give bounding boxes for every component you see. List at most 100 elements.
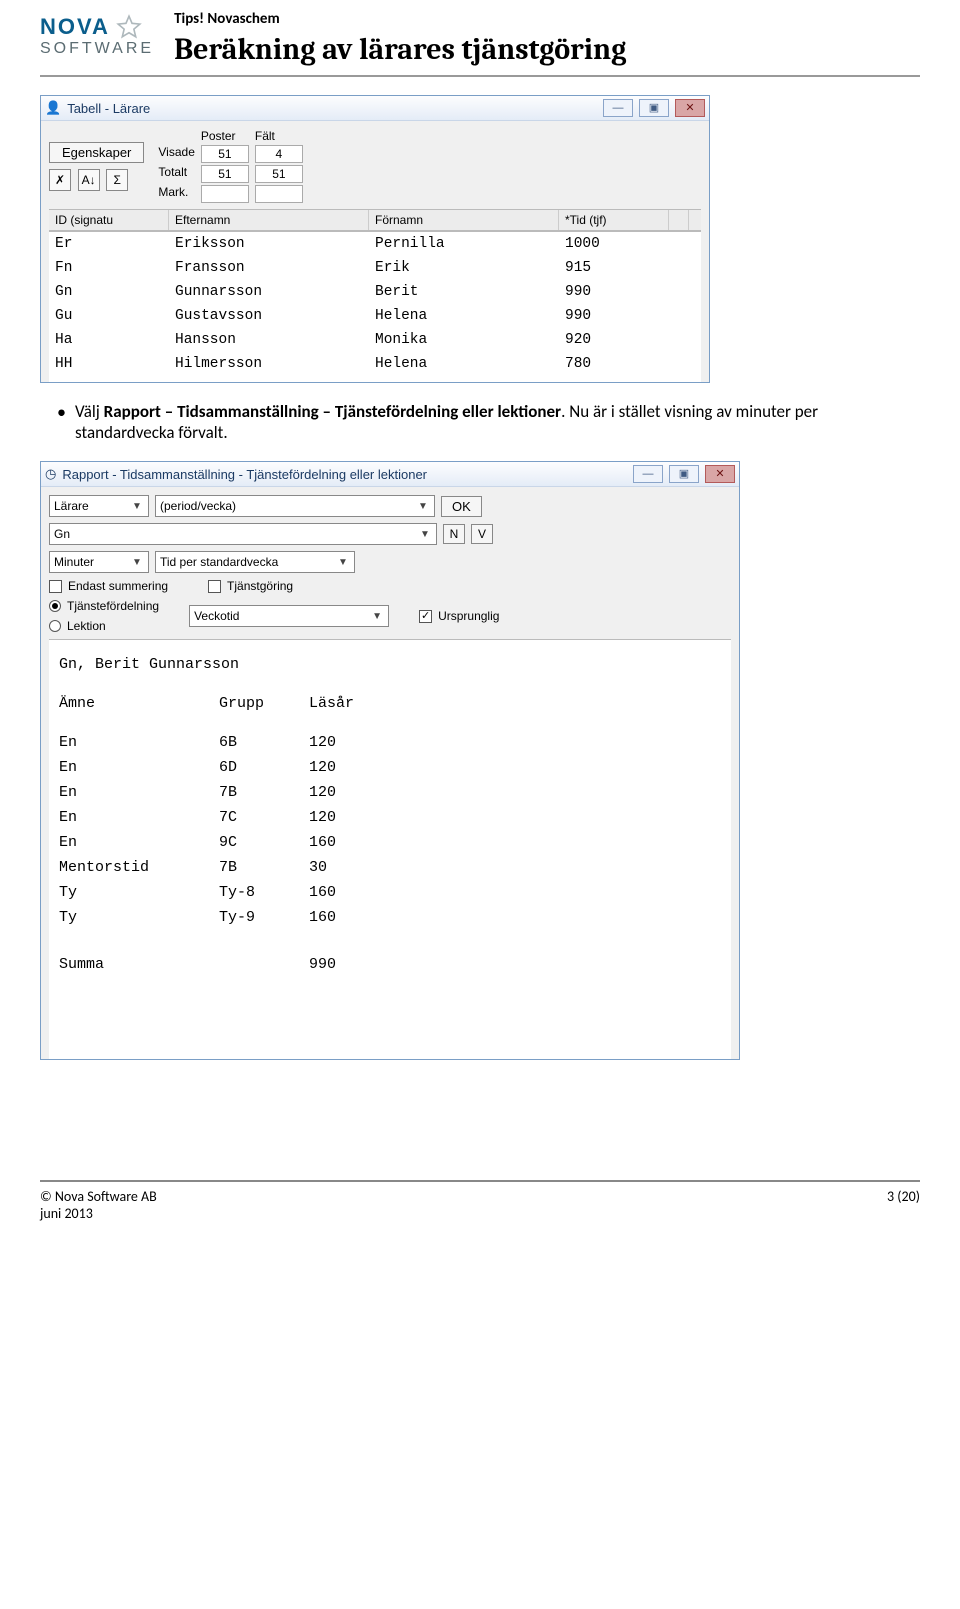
period-select[interactable]: (period/vecka)▼ — [155, 495, 435, 517]
window-icon: 👤 — [45, 100, 61, 116]
minimize-button[interactable]: — — [603, 99, 633, 117]
table-cell: 990 — [559, 280, 689, 304]
endast-summering-checkbox[interactable]: Endast summering — [49, 579, 168, 593]
tjanstgoring-checkbox[interactable]: Tjänstgöring — [208, 579, 293, 593]
col-efternamn[interactable]: Efternamn — [169, 210, 369, 230]
report-cell: 120 — [309, 755, 399, 780]
instruction-bullet: Välj Rapport – Tidsammanställning – Tjän… — [75, 401, 920, 443]
document-footer: © Nova Software AB juni 2013 3 (20) — [40, 1180, 920, 1222]
larare-select[interactable]: Lärare▼ — [49, 495, 149, 517]
lektion-radio[interactable]: Lektion — [49, 619, 159, 633]
egenskaper-button[interactable]: Egenskaper — [49, 142, 144, 163]
report-row: En7B120 — [59, 780, 721, 805]
report-cell: Ty-8 — [219, 880, 309, 905]
report-cell: 120 — [309, 780, 399, 805]
instr-pre: Välj — [75, 401, 104, 422]
report-cell: 7C — [219, 805, 309, 830]
col-fornamn[interactable]: Förnamn — [369, 210, 559, 230]
table-cell: 920 — [559, 328, 689, 352]
window-title-text: Tabell - Lärare — [67, 101, 597, 116]
veckotid-select[interactable]: Veckotid▼ — [189, 605, 389, 627]
report-cell: 9C — [219, 830, 309, 855]
table-cell: Ha — [49, 328, 169, 352]
col-lasar: Läsår — [309, 691, 399, 716]
chevron-down-icon: ▼ — [418, 529, 432, 540]
table-cell: HH — [49, 352, 169, 376]
report-cell: Ty — [59, 905, 219, 930]
filter-off-icon[interactable]: ✗ — [49, 169, 71, 191]
tidper-select[interactable]: Tid per standardvecka▼ — [155, 551, 355, 573]
tjanstefordelning-radio[interactable]: Tjänstefördelning — [49, 599, 159, 613]
falt-header: Fält — [255, 129, 303, 143]
report-row: TyTy-9160 — [59, 905, 721, 930]
minuter-select[interactable]: Minuter▼ — [49, 551, 149, 573]
close-button[interactable]: ✕ — [705, 465, 735, 483]
table-cell: Gustavsson — [169, 304, 369, 328]
copyright: © Nova Software AB — [40, 1188, 157, 1205]
report-output: Gn, Berit Gunnarsson Ämne Grupp Läsår En… — [49, 639, 731, 1059]
instr-bold: Rapport – Tidsammanställning – Tjänstefö… — [104, 401, 561, 422]
report-cell: 6B — [219, 730, 309, 755]
visade-poster-value: 51 — [201, 145, 249, 163]
summa-value: 990 — [309, 952, 399, 977]
report-row: Mentorstid7B30 — [59, 855, 721, 880]
maximize-button[interactable]: ▣ — [639, 99, 669, 117]
maximize-button[interactable]: ▣ — [669, 465, 699, 483]
totalt-poster-value: 51 — [201, 165, 249, 183]
teacher-table-body: ErErikssonPernilla1000FnFranssonErik915G… — [49, 231, 701, 382]
totalt-falt-value: 51 — [255, 165, 303, 183]
col-grupp: Grupp — [219, 691, 309, 716]
table-cell: Gunnarsson — [169, 280, 369, 304]
logo-text-software: SOFTWARE — [40, 40, 154, 58]
ok-button[interactable]: OK — [441, 496, 482, 517]
chevron-down-icon: ▼ — [130, 557, 144, 568]
close-button[interactable]: ✕ — [675, 99, 705, 117]
mark-poster-value — [201, 185, 249, 203]
table-cell: Helena — [369, 304, 559, 328]
report-cell: 160 — [309, 880, 399, 905]
report-cell: En — [59, 830, 219, 855]
table-cell: 780 — [559, 352, 689, 376]
chevron-down-icon: ▼ — [336, 557, 350, 568]
table-cell: Hilmersson — [169, 352, 369, 376]
table-cell: Berit — [369, 280, 559, 304]
report-cell: 30 — [309, 855, 399, 880]
col-id[interactable]: ID (signatu — [49, 210, 169, 230]
page-title: Beräkning av lärares tjänstgöring — [174, 32, 920, 67]
totalt-label: Totalt — [158, 165, 194, 183]
col-amne: Ämne — [59, 691, 219, 716]
window-rapport: ◷ Rapport - Tidsammanställning - Tjänste… — [40, 461, 740, 1060]
window-titlebar: 👤 Tabell - Lärare — ▣ ✕ — [41, 96, 709, 121]
ursprunglig-checkbox[interactable]: ✓Ursprunglig — [419, 609, 499, 623]
chevron-down-icon: ▼ — [130, 501, 144, 512]
report-cell: Ty — [59, 880, 219, 905]
nova-logo: NOVA SOFTWARE — [40, 10, 154, 58]
n-button[interactable]: N — [443, 524, 465, 544]
col-tid[interactable]: *Tid (tjf) — [559, 210, 669, 230]
table-cell: Er — [49, 232, 169, 256]
summa-label: Summa — [59, 952, 219, 977]
logo-text-nova: NOVA — [40, 14, 110, 40]
table-cell: Erik — [369, 256, 559, 280]
document-header: NOVA SOFTWARE Tips! Novaschem Beräkning … — [40, 0, 920, 77]
report-row: En9C160 — [59, 830, 721, 855]
report-cell: En — [59, 780, 219, 805]
minimize-button[interactable]: — — [633, 465, 663, 483]
report-cell: En — [59, 755, 219, 780]
poster-header: Poster — [201, 129, 249, 143]
table-cell: Fn — [49, 256, 169, 280]
report-cell: 160 — [309, 905, 399, 930]
report-row: En6B120 — [59, 730, 721, 755]
report-row: En6D120 — [59, 755, 721, 780]
sort-az-icon[interactable]: A↓ — [78, 169, 100, 191]
v-button[interactable]: V — [471, 524, 493, 544]
report-cell: 120 — [309, 730, 399, 755]
window-title-text: Rapport - Tidsammanställning - Tjänstefö… — [62, 467, 627, 482]
report-cell: 7B — [219, 780, 309, 805]
star-icon — [116, 14, 142, 40]
gn-select[interactable]: Gn▼ — [49, 523, 437, 545]
sum-icon[interactable]: Σ — [106, 169, 128, 191]
footer-date: juni 2013 — [40, 1205, 157, 1222]
report-cell: Mentorstid — [59, 855, 219, 880]
report-cell: 120 — [309, 805, 399, 830]
